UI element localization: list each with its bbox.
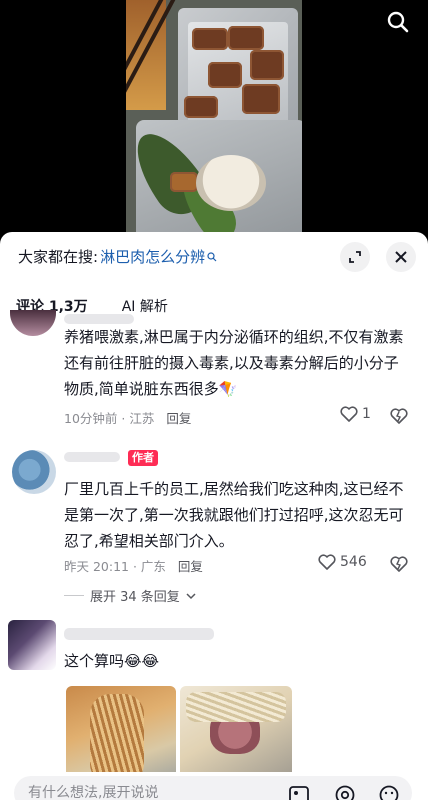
meat-piece	[250, 50, 284, 80]
comment-time: 昨天 20:11 · 广东	[64, 559, 166, 574]
heart-icon	[318, 554, 336, 570]
expand-replies-button[interactable]: 展开 34 条回复	[64, 586, 196, 605]
like-button[interactable]: 546	[318, 554, 367, 570]
like-count: 1	[362, 406, 371, 422]
username[interactable]	[64, 452, 120, 462]
minimize-button[interactable]	[340, 242, 370, 272]
expand-replies-label: 展开 34 条回复	[90, 590, 180, 605]
minimize-icon	[349, 251, 361, 263]
meat-piece	[208, 62, 242, 88]
food-noodles	[90, 694, 144, 784]
comment-text: 这个算吗😂😂	[64, 652, 160, 670]
image-icon[interactable]	[288, 784, 310, 800]
comment-text: 养猪喂激素,淋巴属于内分泌循环的组织,不仅有激素还有前往肝脏的摄入毒素,以及毒素…	[64, 328, 404, 398]
meat-piece	[170, 172, 198, 192]
like-count: 546	[340, 554, 367, 570]
sauce-bowl	[196, 155, 266, 211]
comment-input-bar: 有什么想法,展开说说	[0, 772, 428, 800]
food-noodles	[186, 692, 286, 722]
video-player[interactable]	[0, 0, 428, 240]
reply-button[interactable]: 回复	[178, 556, 203, 575]
search-suggestion-term[interactable]: 淋巴肉怎么分辨	[100, 246, 205, 267]
dislike-icon[interactable]	[390, 408, 408, 424]
comment-meta: 10分钟前 · 江苏 回复	[64, 408, 191, 427]
close-button[interactable]	[386, 242, 416, 272]
emoji-icon[interactable]	[378, 784, 400, 800]
divider	[64, 595, 84, 596]
tab-ai-analysis[interactable]: AI 解析	[122, 296, 168, 316]
username[interactable]	[64, 628, 214, 640]
meat-piece	[228, 26, 264, 50]
comment-time: 10分钟前 · 江苏	[64, 411, 155, 426]
like-button[interactable]: 1	[340, 406, 371, 422]
dislike-icon[interactable]	[390, 556, 408, 572]
comment-sheet: 大家都在搜: 淋巴肉怎么分辨 评论 1,3万 AI 解析 养猪喂激素,淋巴属于内…	[0, 232, 428, 800]
emoji: 😂😂	[124, 652, 160, 670]
author-tag: 作者	[128, 450, 158, 466]
meat-piece	[192, 28, 228, 50]
comment-input[interactable]: 有什么想法,展开说说	[14, 776, 412, 800]
video-frame	[126, 0, 302, 240]
chevron-down-icon	[186, 592, 196, 599]
emoji: 🪁	[218, 380, 238, 398]
close-icon	[395, 251, 407, 263]
comment-meta: 昨天 20:11 · 广东 回复	[64, 556, 203, 575]
meat-piece	[242, 84, 280, 114]
mention-icon[interactable]	[334, 784, 356, 800]
comment-input-placeholder: 有什么想法,展开说说	[28, 785, 159, 800]
tray-inner	[184, 22, 288, 126]
meat-piece	[184, 96, 218, 118]
avatar[interactable]	[10, 310, 56, 336]
username[interactable]	[64, 314, 134, 324]
search-icon[interactable]	[386, 10, 410, 34]
search-suggestion[interactable]: 大家都在搜: 淋巴肉怎么分辨	[18, 246, 217, 267]
search-icon	[207, 251, 217, 261]
search-suggestion-label: 大家都在搜:	[18, 248, 99, 266]
reply-button[interactable]: 回复	[166, 408, 191, 427]
avatar[interactable]	[8, 620, 56, 670]
avatar[interactable]	[12, 450, 56, 494]
comment-text: 厂里几百上千的员工,居然给我们吃这种肉,这已经不是第一次了,第一次我就跟他们打过…	[64, 480, 404, 550]
heart-icon	[340, 406, 358, 422]
